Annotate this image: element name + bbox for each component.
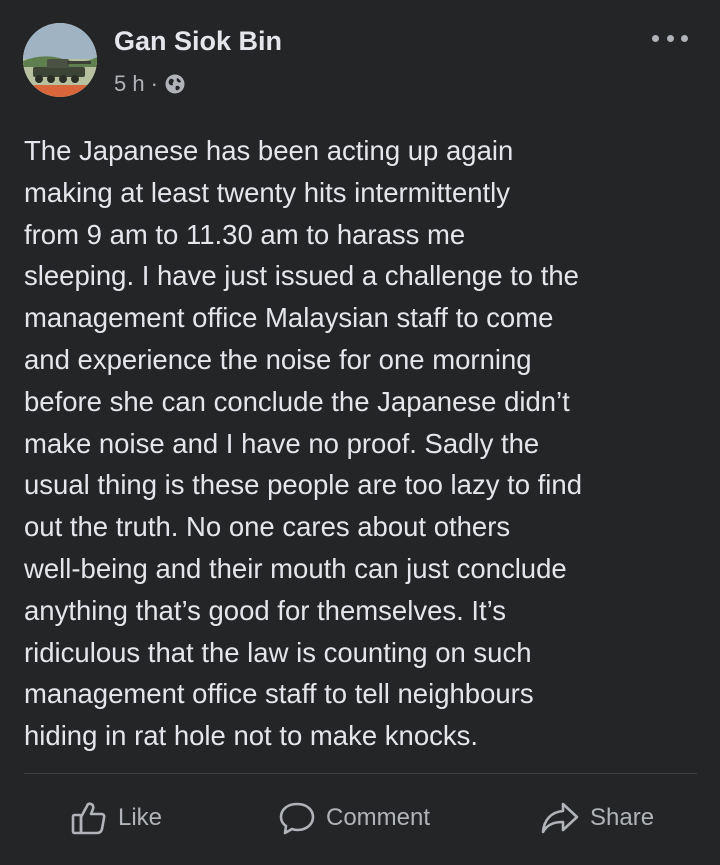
share-button[interactable]: Share: [540, 790, 654, 846]
facebook-post: Gan Siok Bin 5 h · The Japanese has been…: [0, 0, 720, 865]
post-actions: Like Comment Share: [0, 790, 720, 846]
comment-icon: [278, 800, 316, 836]
like-label: Like: [118, 804, 163, 831]
post-meta: 5 h ·: [114, 71, 186, 97]
comment-button[interactable]: Comment: [278, 790, 430, 846]
like-icon: [70, 800, 108, 836]
comment-label: Comment: [326, 804, 431, 831]
like-button[interactable]: Like: [70, 790, 162, 846]
divider: [24, 773, 697, 774]
avatar[interactable]: [23, 23, 97, 97]
more-dot: [666, 34, 674, 42]
share-icon: [540, 800, 580, 836]
more-dot: [652, 34, 659, 42]
post-time[interactable]: 5 h: [114, 71, 145, 97]
post-text: The Japanese has been acting up again ma…: [24, 135, 583, 752]
more-options-icon[interactable]: [652, 28, 688, 48]
share-label: Share: [590, 804, 655, 831]
more-dot: [681, 34, 688, 42]
author-name[interactable]: Gan Siok Bin: [114, 26, 282, 57]
meta-separator: ·: [150, 71, 158, 96]
avatar-image: [23, 23, 97, 97]
globe-icon: [164, 73, 186, 95]
